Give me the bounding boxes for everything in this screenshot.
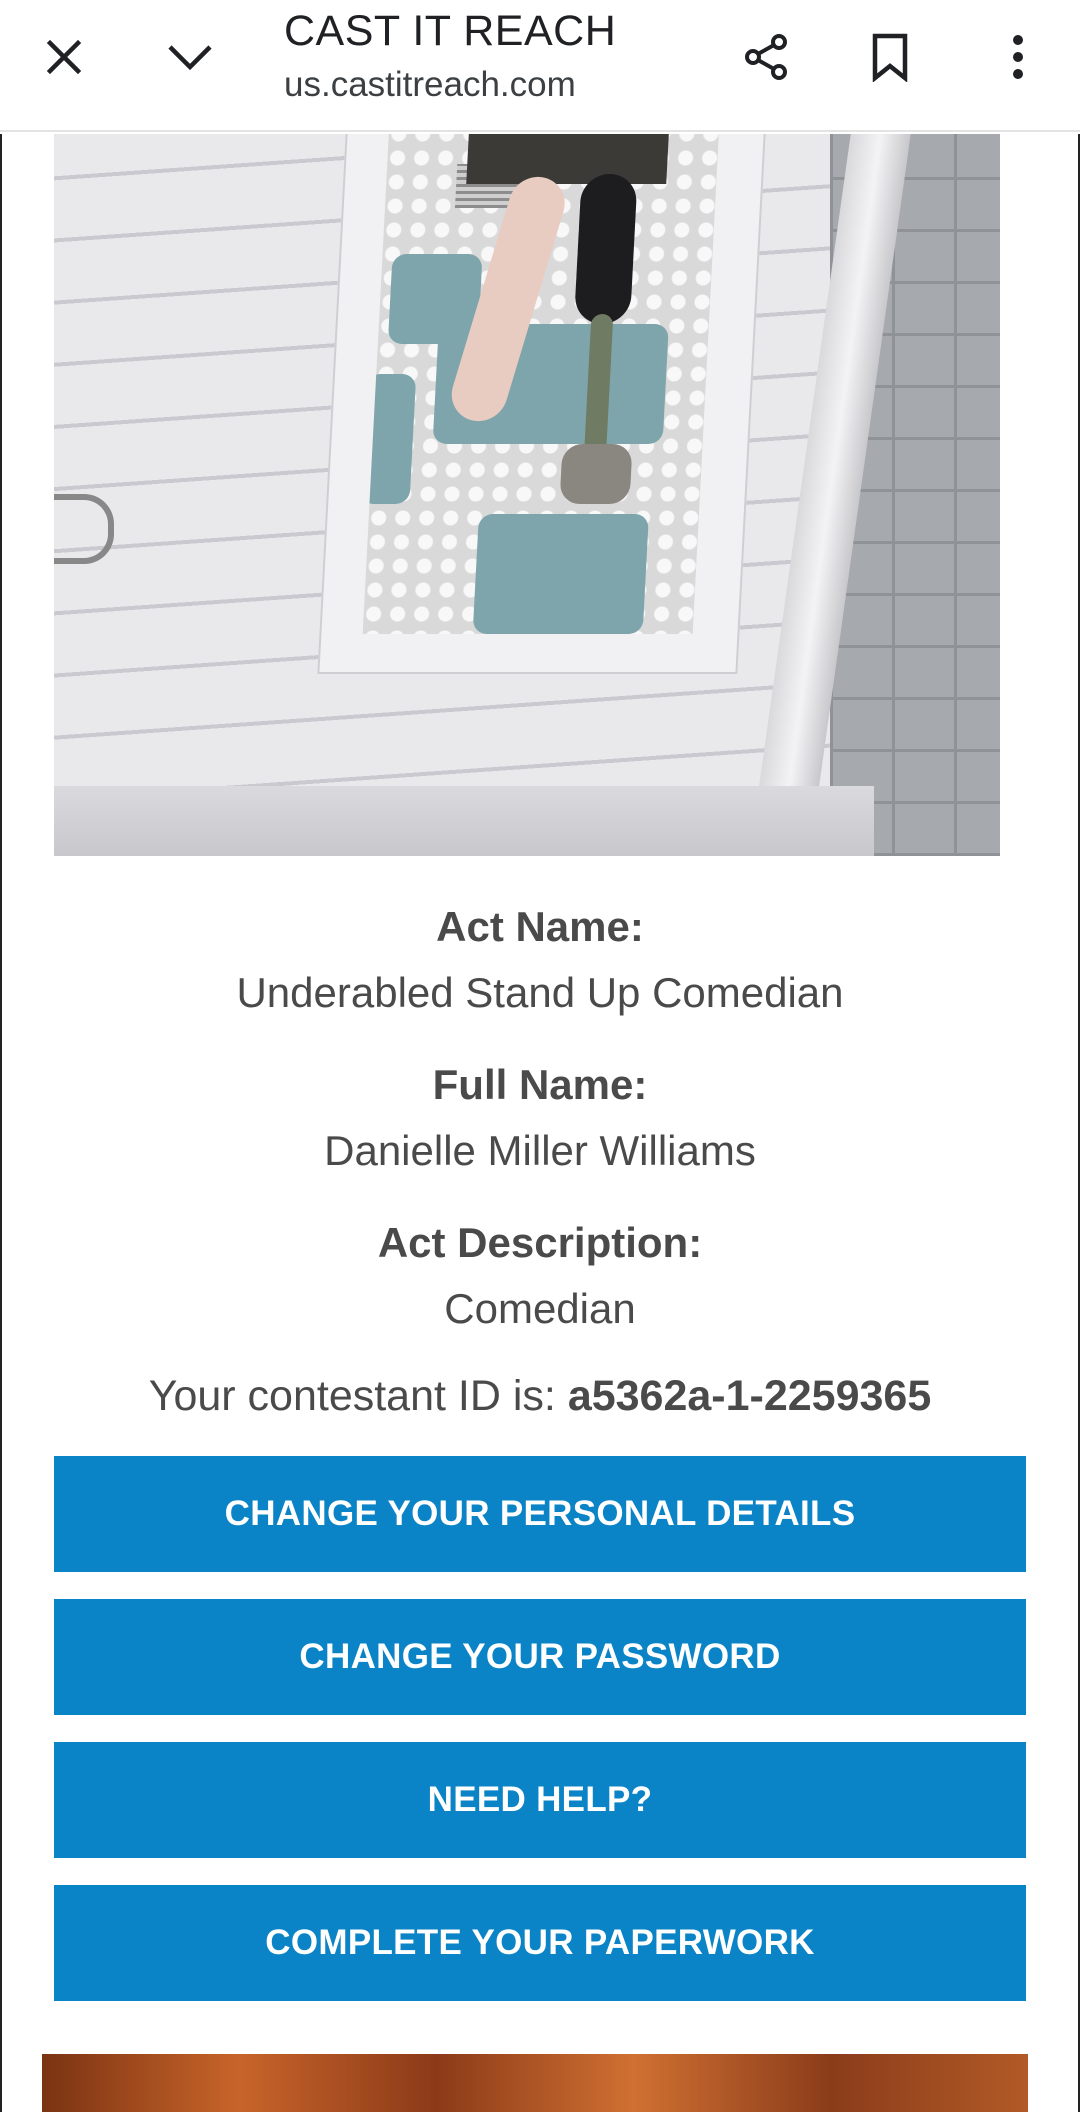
close-icon[interactable] — [24, 17, 104, 97]
photo-shorts — [466, 134, 670, 184]
act-name-value: Underabled Stand Up Comedian — [236, 969, 844, 1016]
act-description-block: Act Description: Comedian — [2, 1216, 1078, 1336]
change-password-button[interactable]: CHANGE YOUR PASSWORD — [54, 1599, 1026, 1715]
profile-photo — [54, 134, 1000, 856]
photo-mirror-reflection — [362, 134, 720, 634]
contestant-id-value: a5362a-1-2259365 — [567, 1372, 932, 1420]
chevron-down-icon[interactable] — [150, 17, 230, 97]
browser-toolbar: CAST IT REACH us.castitreach.com — [0, 0, 1080, 132]
act-description-value: Comedian — [444, 1285, 636, 1332]
photo-towel-hook — [54, 494, 114, 564]
act-name-label: Act Name: — [436, 903, 644, 950]
share-icon[interactable] — [726, 17, 806, 97]
full-name-label: Full Name: — [432, 1061, 648, 1108]
photo-rug — [472, 514, 649, 634]
contestant-id-prefix: Your contestant ID is: — [148, 1372, 568, 1420]
full-name-value: Danielle Miller Williams — [324, 1127, 756, 1174]
photo-shoe — [559, 444, 633, 504]
bottom-image — [42, 2054, 1028, 2112]
page-url: us.castitreach.com — [284, 65, 576, 104]
need-help-button[interactable]: NEED HELP? — [54, 1742, 1026, 1858]
change-personal-details-button[interactable]: CHANGE YOUR PERSONAL DETAILS — [54, 1456, 1026, 1572]
page-content: Act Name: Underabled Stand Up Comedian F… — [0, 134, 1080, 2112]
act-description-label: Act Description: — [377, 1219, 703, 1266]
page-title: CAST IT REACH — [284, 7, 617, 55]
more-vert-icon[interactable] — [978, 17, 1058, 97]
page-title-block[interactable]: CAST IT REACH us.castitreach.com — [284, 4, 616, 108]
contestant-id-line: Your contestant ID is: a5362a-1-2259365 — [2, 1368, 1078, 1424]
full-name-block: Full Name: Danielle Miller Williams — [2, 1058, 1078, 1178]
photo-floor — [54, 786, 874, 856]
act-name-block: Act Name: Underabled Stand Up Comedian — [2, 900, 1078, 1020]
bookmark-icon[interactable] — [850, 17, 930, 97]
complete-paperwork-button[interactable]: COMPLETE YOUR PAPERWORK — [54, 1885, 1026, 2001]
photo-prosthetic-socket — [573, 174, 638, 324]
